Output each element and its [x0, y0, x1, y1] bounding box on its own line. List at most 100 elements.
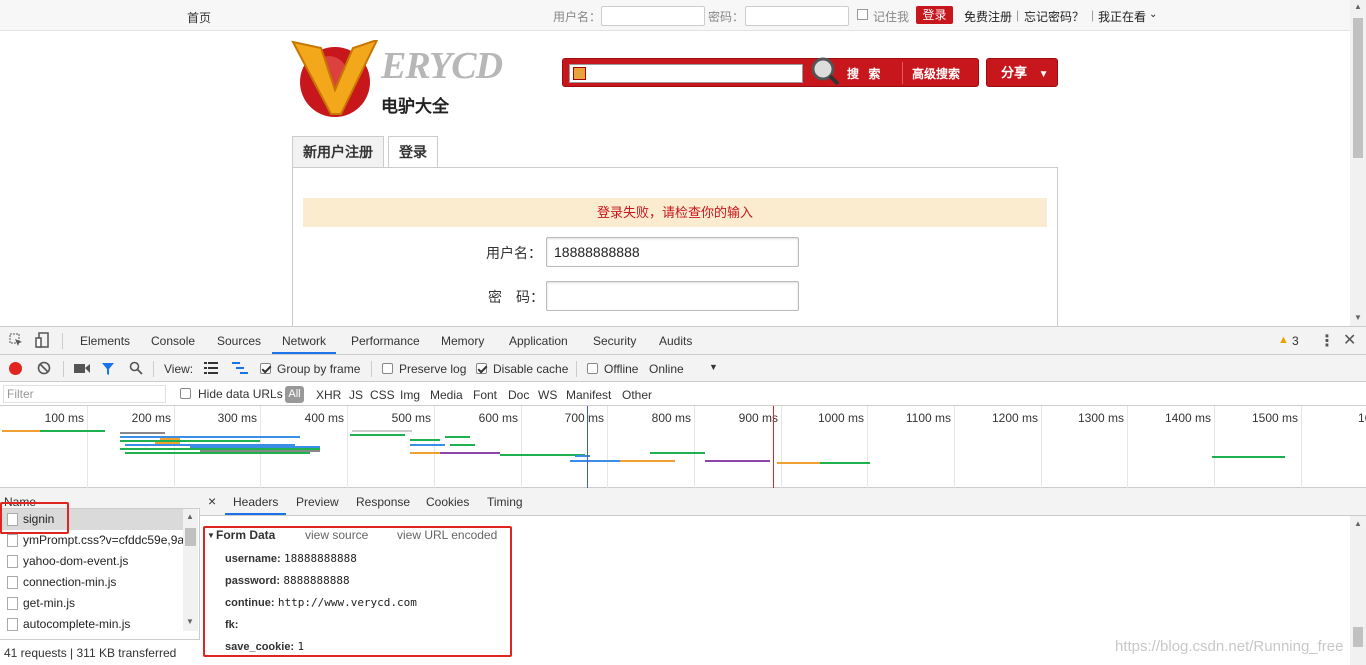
tab-register[interactable]: 新用户注册 [292, 136, 384, 168]
topbar-login-button[interactable]: 登录 [916, 6, 953, 24]
request-list-scroll-thumb[interactable] [185, 528, 196, 546]
tab-audits[interactable]: Audits [659, 334, 692, 348]
offline-checkbox[interactable] [587, 363, 598, 374]
topbar-username-input[interactable] [601, 6, 705, 26]
filter-doc[interactable]: Doc [508, 388, 529, 402]
search-input[interactable] [569, 64, 803, 83]
filter-manifest[interactable]: Manifest [566, 388, 611, 402]
request-waterfall-bar [40, 430, 105, 432]
home-link[interactable]: 首页 [187, 9, 211, 26]
scroll-up-icon[interactable]: ▲ [186, 512, 194, 521]
watermark: https://blog.csdn.net/Running_free [1115, 638, 1344, 655]
tab-console[interactable]: Console [151, 334, 195, 348]
watching-menu[interactable]: 我正在看 [1098, 8, 1146, 25]
register-link[interactable]: 免费注册 [964, 8, 1012, 25]
request-row[interactable]: get-min.js [0, 593, 183, 614]
site-topbar: 首页 用户名： 密码： 记住我 登录 免费注册 | 忘记密码？ | 我正在看 ⌄ [0, 0, 1350, 31]
warning-icon[interactable]: ▲ [1278, 334, 1289, 346]
request-row[interactable]: yahoo-dom-event.js [0, 551, 183, 572]
network-overview-timeline[interactable]: 100 ms 200 ms 300 ms 400 ms 500 ms 600 ms 700 … [0, 406, 1366, 488]
filter-media[interactable]: Media [430, 388, 463, 402]
close-icon[interactable]: × [208, 493, 216, 509]
screenshot-icon[interactable] [74, 363, 90, 374]
page-scrollbar[interactable]: ▲ ▼ [1350, 0, 1366, 326]
search-icon[interactable] [810, 56, 840, 86]
hide-data-urls-checkbox[interactable] [180, 388, 191, 399]
filter-all[interactable]: All [285, 386, 304, 403]
forgot-password-link[interactable]: 忘记密码？ [1024, 8, 1084, 25]
topbar-divider-2: | [1091, 8, 1095, 22]
share-button[interactable]: 分享 ▼ [986, 58, 1058, 87]
request-list-scrollbar[interactable]: ▲ ▼ [183, 509, 198, 631]
scroll-up-icon[interactable]: ▲ [1354, 519, 1362, 528]
search-button[interactable]: 搜 索 [847, 65, 883, 82]
tab-application[interactable]: Application [509, 334, 568, 348]
timeline-tick-label: 900 ms [738, 411, 778, 425]
remember-me-checkbox[interactable] [857, 9, 868, 20]
tab-network[interactable]: Network [282, 334, 326, 348]
request-row[interactable]: connection-min.js [0, 572, 183, 593]
devtools-panel: Elements Console Sources Network Perform… [0, 326, 1366, 665]
topbar-password-input[interactable] [745, 6, 849, 26]
remember-me-label: 记住我 [873, 10, 910, 24]
tab-response[interactable]: Response [356, 495, 410, 509]
more-options-icon[interactable]: ⋮ [1319, 331, 1335, 351]
tab-memory[interactable]: Memory [441, 334, 484, 348]
tab-preview[interactable]: Preview [296, 495, 339, 509]
filter-css[interactable]: CSS [370, 388, 395, 402]
close-devtools-icon[interactable]: ✕ [1343, 330, 1356, 350]
username-field-label: 用户名： [486, 245, 542, 261]
filter-img[interactable]: Img [400, 388, 420, 402]
network-status-bar: 41 requests | 311 KB transferred [0, 639, 200, 665]
record-icon[interactable] [9, 362, 22, 375]
group-by-frame-label: Group by frame [277, 362, 361, 376]
scroll-down-icon[interactable]: ▼ [186, 617, 194, 626]
verycd-logo[interactable]: ERYCD 电驴大全 [291, 40, 511, 120]
tab-sources[interactable]: Sources [217, 334, 261, 348]
group-by-frame-checkbox[interactable] [260, 363, 271, 374]
warning-count[interactable]: 3 [1292, 334, 1299, 348]
filter-font[interactable]: Font [473, 388, 497, 402]
file-icon [7, 534, 18, 547]
filter-ws[interactable]: WS [538, 388, 557, 402]
search-icon[interactable] [129, 361, 143, 375]
password-field[interactable] [546, 281, 799, 311]
scroll-up-icon[interactable]: ▲ [1354, 2, 1362, 11]
scroll-down-icon[interactable]: ▼ [1354, 313, 1362, 322]
request-name: get-min.js [23, 596, 76, 610]
throttling-select[interactable]: Online [649, 362, 684, 376]
filter-xhr[interactable]: XHR [316, 388, 341, 402]
disable-cache-checkbox[interactable] [476, 363, 487, 374]
preserve-log-checkbox[interactable] [382, 363, 393, 374]
view-label: View: [164, 362, 194, 376]
request-row[interactable]: autocomplete-min.js [0, 614, 183, 632]
tab-timing[interactable]: Timing [487, 495, 523, 509]
timeline-tick-label: 500 ms [391, 411, 431, 425]
advanced-search-button[interactable]: 高级搜索 [912, 65, 960, 82]
page-scroll-thumb[interactable] [1353, 18, 1363, 158]
username-field[interactable]: 18888888888 [546, 237, 799, 267]
waterfall-overview-icon[interactable] [232, 362, 248, 374]
request-waterfall-bar [410, 444, 445, 446]
timeline-tick-label: 1500 ms [1251, 411, 1298, 425]
inspect-element-icon[interactable] [9, 333, 23, 347]
tab-headers[interactable]: Headers [233, 495, 278, 509]
detail-scroll-thumb[interactable] [1353, 627, 1363, 647]
file-icon [7, 576, 18, 589]
tab-security[interactable]: Security [593, 334, 636, 348]
filter-input[interactable]: Filter [3, 385, 166, 403]
filter-icon[interactable] [101, 362, 115, 376]
clear-icon[interactable] [37, 361, 51, 375]
large-rows-icon[interactable] [204, 362, 218, 374]
detail-scrollbar[interactable]: ▲ [1350, 516, 1366, 665]
request-waterfall-bar [450, 444, 475, 446]
tab-login[interactable]: 登录 [388, 136, 438, 169]
device-toolbar-icon[interactable] [35, 332, 49, 348]
filter-other[interactable]: Other [622, 388, 652, 402]
filter-js[interactable]: JS [349, 388, 363, 402]
search-type-icon[interactable] [573, 67, 586, 80]
tab-elements[interactable]: Elements [80, 334, 130, 348]
throttling-dropdown-icon[interactable]: ▼ [709, 362, 718, 372]
tab-performance[interactable]: Performance [351, 334, 420, 348]
tab-cookies[interactable]: Cookies [426, 495, 469, 509]
